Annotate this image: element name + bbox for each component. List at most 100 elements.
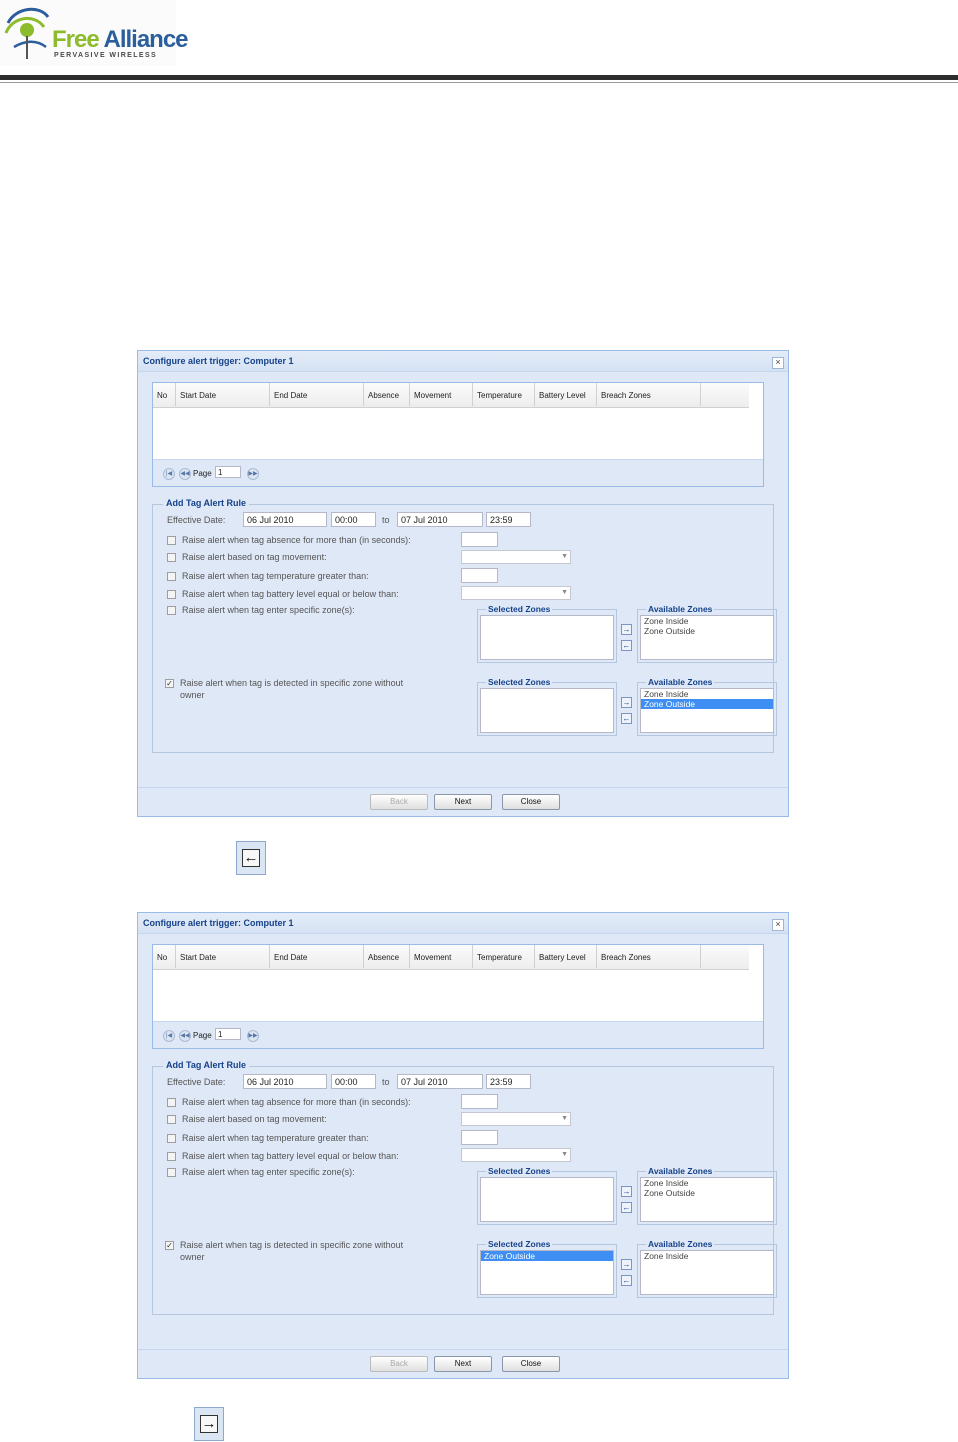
first-page-icon[interactable]: |◀ xyxy=(163,468,175,480)
selected-zones-list[interactable] xyxy=(480,615,614,660)
rule-checkbox[interactable] xyxy=(167,1152,176,1161)
remove-zone-button[interactable]: ← xyxy=(621,1275,632,1286)
available-zone-item[interactable]: Zone Inside xyxy=(641,616,773,626)
rule-checkbox[interactable] xyxy=(167,1098,176,1107)
prev-page-icon[interactable]: ◀◀ xyxy=(179,1030,191,1042)
remove-zone-button[interactable]: ← xyxy=(621,713,632,724)
movement-select[interactable]: ▼ xyxy=(461,550,571,564)
logo-word-free: Free xyxy=(52,26,100,53)
next-button[interactable]: Next xyxy=(434,794,492,810)
column-header[interactable]: Breach Zones xyxy=(597,383,701,406)
owner-rule-label-line1: Raise alert when tag is detected in spec… xyxy=(180,1240,404,1250)
available-zone-item[interactable]: Zone Inside xyxy=(641,689,773,699)
selected-zones-list[interactable] xyxy=(480,688,614,733)
owner-rule-label-line2: owner xyxy=(180,1252,205,1262)
first-page-icon[interactable]: |◀ xyxy=(163,1030,175,1042)
add-zone-button[interactable]: → xyxy=(621,624,632,635)
next-page-icon[interactable]: ▶▶ xyxy=(247,1030,259,1042)
column-header[interactable]: Movement xyxy=(410,383,473,406)
start-time-input[interactable]: 00:00 xyxy=(331,512,376,527)
column-header[interactable]: Absence xyxy=(364,945,410,968)
alert-rules-grid: No Start Date End Date Absence Movement Tempe… xyxy=(152,944,764,1049)
end-date-input[interactable]: 07 Jul 2010 xyxy=(397,512,483,527)
temperature-input[interactable] xyxy=(461,1130,498,1145)
rule-checkbox[interactable] xyxy=(167,1168,176,1177)
column-header[interactable]: Movement xyxy=(410,945,473,968)
back-button[interactable]: Back xyxy=(370,794,428,810)
available-zones-list[interactable]: Zone Inside xyxy=(640,1250,774,1295)
column-header[interactable]: Absence xyxy=(364,383,410,406)
available-zone-item[interactable]: Zone Inside xyxy=(641,1178,773,1188)
rule-checkbox[interactable] xyxy=(167,572,176,581)
column-header[interactable]: Start Date xyxy=(176,945,270,968)
rule-checkbox[interactable] xyxy=(167,590,176,599)
start-date-input[interactable]: 06 Jul 2010 xyxy=(243,1074,327,1089)
dialog-title-bar[interactable]: Configure alert trigger: Computer 1 × xyxy=(138,913,788,934)
absence-seconds-input[interactable] xyxy=(461,1094,498,1109)
close-button[interactable]: Close xyxy=(502,794,560,810)
selected-zones-list[interactable]: Zone Outside xyxy=(480,1250,614,1295)
rule-checkbox[interactable] xyxy=(167,553,176,562)
end-time-input[interactable]: 23:59 xyxy=(486,512,531,527)
configure-alert-dialog-after: Configure alert trigger: Computer 1 × No… xyxy=(137,912,789,1379)
back-button[interactable]: Back xyxy=(370,1356,428,1372)
next-page-icon[interactable]: ▶▶ xyxy=(247,468,259,480)
movement-select[interactable]: ▼ xyxy=(461,1112,571,1126)
add-zone-button[interactable]: → xyxy=(621,1259,632,1270)
grid-pager: |◀ ◀◀ Page 1 ▶▶ xyxy=(153,459,763,486)
absence-seconds-input[interactable] xyxy=(461,532,498,547)
page-number-input[interactable]: 1 xyxy=(215,466,241,478)
column-header[interactable]: Temperature xyxy=(473,945,535,968)
available-zones-list[interactable]: Zone Inside Zone Outside xyxy=(640,615,774,660)
temperature-input[interactable] xyxy=(461,568,498,583)
column-header[interactable]: Start Date xyxy=(176,383,270,406)
available-zone-item[interactable]: Zone Inside xyxy=(641,1251,773,1261)
prev-page-icon[interactable]: ◀◀ xyxy=(179,468,191,480)
available-zones-list[interactable]: Zone Inside Zone Outside xyxy=(640,688,774,733)
close-button[interactable]: Close xyxy=(502,1356,560,1372)
dialog-title-bar[interactable]: Configure alert trigger: Computer 1 × xyxy=(138,351,788,372)
column-header[interactable]: End Date xyxy=(270,383,364,406)
remove-zone-button[interactable]: ← xyxy=(621,1202,632,1213)
available-zones-list[interactable]: Zone Inside Zone Outside xyxy=(640,1177,774,1222)
column-header[interactable]: Temperature xyxy=(473,383,535,406)
add-zone-button[interactable]: → xyxy=(621,697,632,708)
available-zones-group: Available Zones Zone Inside xyxy=(637,1239,777,1298)
available-zone-item[interactable]: Zone Outside xyxy=(641,699,773,709)
remove-zone-button[interactable]: ← xyxy=(621,640,632,651)
column-header[interactable]: End Date xyxy=(270,945,364,968)
panel-legend: Add Tag Alert Rule xyxy=(163,498,250,508)
start-time-input[interactable]: 00:00 xyxy=(331,1074,376,1089)
column-header[interactable]: Breach Zones xyxy=(597,945,701,968)
chevron-down-icon: ▼ xyxy=(561,1115,568,1122)
available-zone-item[interactable]: Zone Outside xyxy=(641,626,773,636)
column-header[interactable]: Battery Level xyxy=(535,945,597,968)
add-tag-alert-rule-panel: Add Tag Alert Rule Effective Date: 06 Ju… xyxy=(152,498,777,753)
selected-zone-item[interactable]: Zone Outside xyxy=(481,1251,613,1261)
end-time-input[interactable]: 23:59 xyxy=(486,1074,531,1089)
chevron-down-icon: ▼ xyxy=(561,1151,568,1158)
owner-rule-label-line1: Raise alert when tag is detected in spec… xyxy=(180,678,404,688)
selected-zones-title: Selected Zones xyxy=(486,604,553,614)
page-number-input[interactable]: 1 xyxy=(215,1028,241,1040)
owner-rule-checkbox[interactable]: ✓ xyxy=(165,1241,174,1250)
rule-checkbox[interactable] xyxy=(167,536,176,545)
rule-checkbox[interactable] xyxy=(167,1134,176,1143)
next-button[interactable]: Next xyxy=(434,1356,492,1372)
column-header[interactable]: No xyxy=(153,945,176,968)
available-zone-item[interactable]: Zone Outside xyxy=(641,1188,773,1198)
column-header[interactable]: Battery Level xyxy=(535,383,597,406)
battery-level-select[interactable]: ▼ xyxy=(461,586,571,600)
owner-rule-checkbox[interactable]: ✓ xyxy=(165,679,174,688)
rule-checkbox[interactable] xyxy=(167,1115,176,1124)
start-date-input[interactable]: 06 Jul 2010 xyxy=(243,512,327,527)
close-icon[interactable]: × xyxy=(772,919,784,931)
end-date-input[interactable]: 07 Jul 2010 xyxy=(397,1074,483,1089)
add-zone-button[interactable]: → xyxy=(621,1186,632,1197)
rule-checkbox[interactable] xyxy=(167,606,176,615)
battery-level-select[interactable]: ▼ xyxy=(461,1148,571,1162)
rule-label: Raise alert when tag absence for more th… xyxy=(182,1097,411,1107)
column-header[interactable]: No xyxy=(153,383,176,406)
close-icon[interactable]: × xyxy=(772,357,784,369)
selected-zones-list[interactable] xyxy=(480,1177,614,1222)
